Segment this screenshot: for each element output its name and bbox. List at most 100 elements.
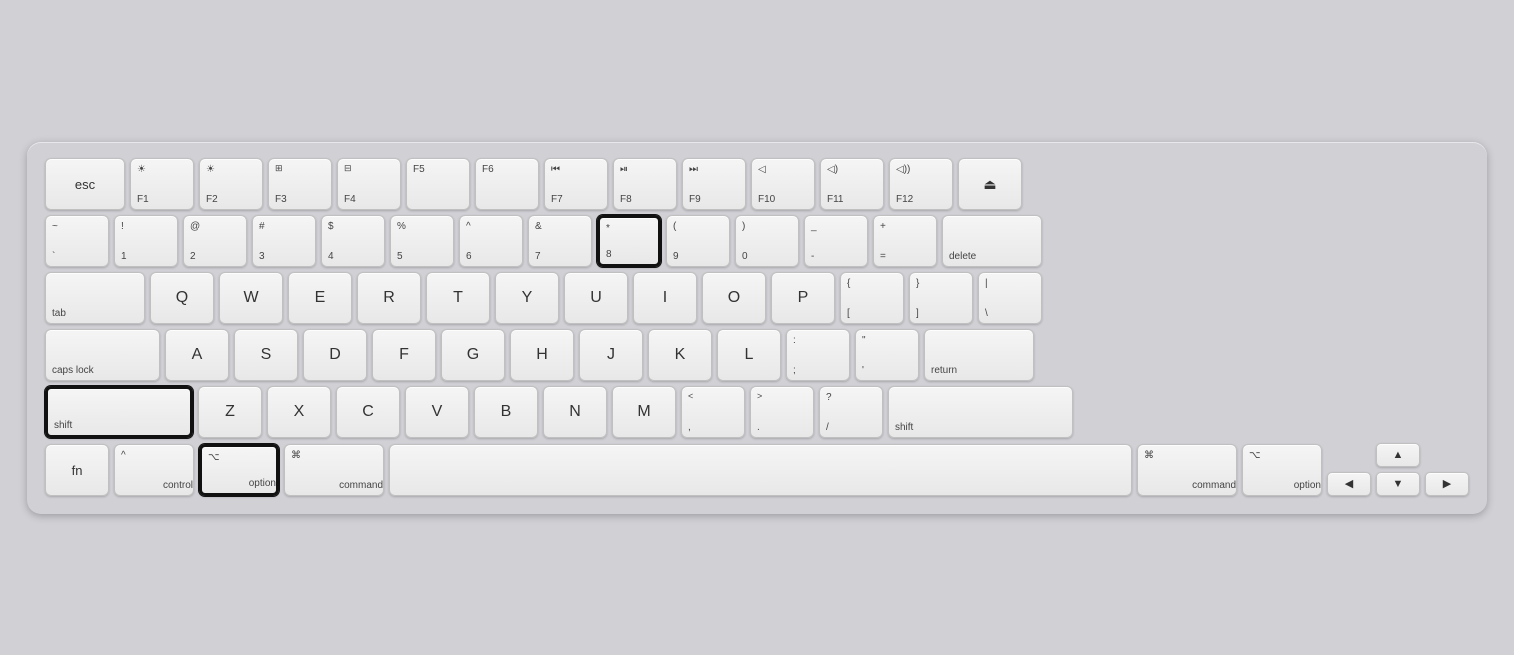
key-1[interactable]: ! 1 [114, 215, 178, 267]
key-equals[interactable]: + = [873, 215, 937, 267]
key-o[interactable]: O [702, 272, 766, 324]
key-q[interactable]: Q [150, 272, 214, 324]
key-v[interactable]: V [405, 386, 469, 438]
key-f4-label: F4 [344, 194, 356, 205]
key-f5[interactable]: F5 [406, 158, 470, 210]
key-p[interactable]: P [771, 272, 835, 324]
key-comma[interactable]: < , [681, 386, 745, 438]
key-quote-bottom: ' [862, 365, 864, 376]
key-shift-left[interactable]: shift [45, 386, 193, 438]
key-lbracket[interactable]: { [ [840, 272, 904, 324]
key-f12[interactable]: ◁)) F12 [889, 158, 953, 210]
key-a[interactable]: A [165, 329, 229, 381]
key-option-right-label: option [1294, 480, 1321, 491]
key-w[interactable]: W [219, 272, 283, 324]
key-z[interactable]: Z [198, 386, 262, 438]
key-e[interactable]: E [288, 272, 352, 324]
key-r[interactable]: R [357, 272, 421, 324]
key-tilde[interactable]: ~ ` [45, 215, 109, 267]
key-u[interactable]: U [564, 272, 628, 324]
key-rbracket-top: } [916, 278, 919, 289]
key-s[interactable]: S [234, 329, 298, 381]
key-t[interactable]: T [426, 272, 490, 324]
key-tilde-top: ~ [52, 221, 58, 232]
key-arrow-down[interactable]: ▼ [1376, 472, 1420, 496]
key-f11-icon: ◁) [827, 164, 838, 175]
key-arrow-right[interactable]: ▶ [1425, 472, 1469, 496]
key-h[interactable]: H [510, 329, 574, 381]
key-f7[interactable]: ⏮ F7 [544, 158, 608, 210]
key-f9[interactable]: ⏭ F9 [682, 158, 746, 210]
key-f6[interactable]: F6 [475, 158, 539, 210]
key-command-right[interactable]: ⌘ command [1137, 444, 1237, 496]
key-3[interactable]: # 3 [252, 215, 316, 267]
key-2-top: @ [190, 221, 200, 232]
key-7[interactable]: & 7 [528, 215, 592, 267]
key-x-label: X [294, 403, 305, 421]
key-arrow-left[interactable]: ◀ [1327, 472, 1371, 496]
key-f7-icon: ⏮ [551, 164, 560, 175]
key-eject[interactable]: ⏏ [958, 158, 1022, 210]
key-fn-label: fn [72, 463, 83, 478]
key-comma-top: < [688, 392, 693, 402]
key-y-label: Y [522, 289, 533, 307]
key-y[interactable]: Y [495, 272, 559, 324]
key-f6-label: F6 [482, 164, 494, 175]
key-slash[interactable]: ? / [819, 386, 883, 438]
key-semicolon[interactable]: : ; [786, 329, 850, 381]
key-backslash[interactable]: | \ [978, 272, 1042, 324]
key-command-left[interactable]: ⌘ command [284, 444, 384, 496]
key-5[interactable]: % 5 [390, 215, 454, 267]
key-fn[interactable]: fn [45, 444, 109, 496]
key-i[interactable]: I [633, 272, 697, 324]
key-period-bottom: . [757, 422, 760, 433]
key-4[interactable]: $ 4 [321, 215, 385, 267]
key-9[interactable]: ( 9 [666, 215, 730, 267]
key-k[interactable]: K [648, 329, 712, 381]
key-f4[interactable]: ⊟ F4 [337, 158, 401, 210]
key-n[interactable]: N [543, 386, 607, 438]
key-option-right[interactable]: ⌥ option [1242, 444, 1322, 496]
key-arrow-up[interactable]: ▲ [1376, 443, 1420, 467]
key-x[interactable]: X [267, 386, 331, 438]
key-m[interactable]: M [612, 386, 676, 438]
key-f8[interactable]: ⏯ F8 [613, 158, 677, 210]
key-control[interactable]: ^ control [114, 444, 194, 496]
key-j[interactable]: J [579, 329, 643, 381]
key-2[interactable]: @ 2 [183, 215, 247, 267]
key-rbracket[interactable]: } ] [909, 272, 973, 324]
key-f10[interactable]: ◁ F10 [751, 158, 815, 210]
key-f3[interactable]: ⊞ F3 [268, 158, 332, 210]
key-f[interactable]: F [372, 329, 436, 381]
key-shift-right[interactable]: shift [888, 386, 1073, 438]
key-l[interactable]: L [717, 329, 781, 381]
key-quote[interactable]: " ' [855, 329, 919, 381]
key-d[interactable]: D [303, 329, 367, 381]
key-space[interactable] [389, 444, 1132, 496]
key-esc[interactable]: esc [45, 158, 125, 210]
key-return[interactable]: return [924, 329, 1034, 381]
zxcv-row: shift Z X C V B N M < , > . [45, 386, 1469, 438]
key-6[interactable]: ^ 6 [459, 215, 523, 267]
key-shift-left-label: shift [54, 420, 72, 431]
key-equals-bottom: = [880, 251, 886, 262]
key-minus[interactable]: _ - [804, 215, 868, 267]
key-f2[interactable]: ☀ F2 [199, 158, 263, 210]
key-delete[interactable]: delete [942, 215, 1042, 267]
key-f1[interactable]: ☀ F1 [130, 158, 194, 210]
key-n-label: N [569, 403, 581, 421]
key-6-top: ^ [466, 221, 471, 232]
key-delete-label: delete [949, 251, 976, 262]
key-0[interactable]: ) 0 [735, 215, 799, 267]
key-c[interactable]: C [336, 386, 400, 438]
key-d-label: D [329, 346, 341, 364]
key-period[interactable]: > . [750, 386, 814, 438]
key-8[interactable]: * 8 [597, 215, 661, 267]
key-b[interactable]: B [474, 386, 538, 438]
key-option-left[interactable]: ⌥ option [199, 444, 279, 496]
key-g[interactable]: G [441, 329, 505, 381]
key-tab[interactable]: tab [45, 272, 145, 324]
function-key-row: esc ☀ F1 ☀ F2 ⊞ F3 ⊟ F4 F5 F6 ⏮ F7 ⏯ [45, 158, 1469, 210]
key-f11[interactable]: ◁) F11 [820, 158, 884, 210]
key-capslock[interactable]: caps lock [45, 329, 160, 381]
